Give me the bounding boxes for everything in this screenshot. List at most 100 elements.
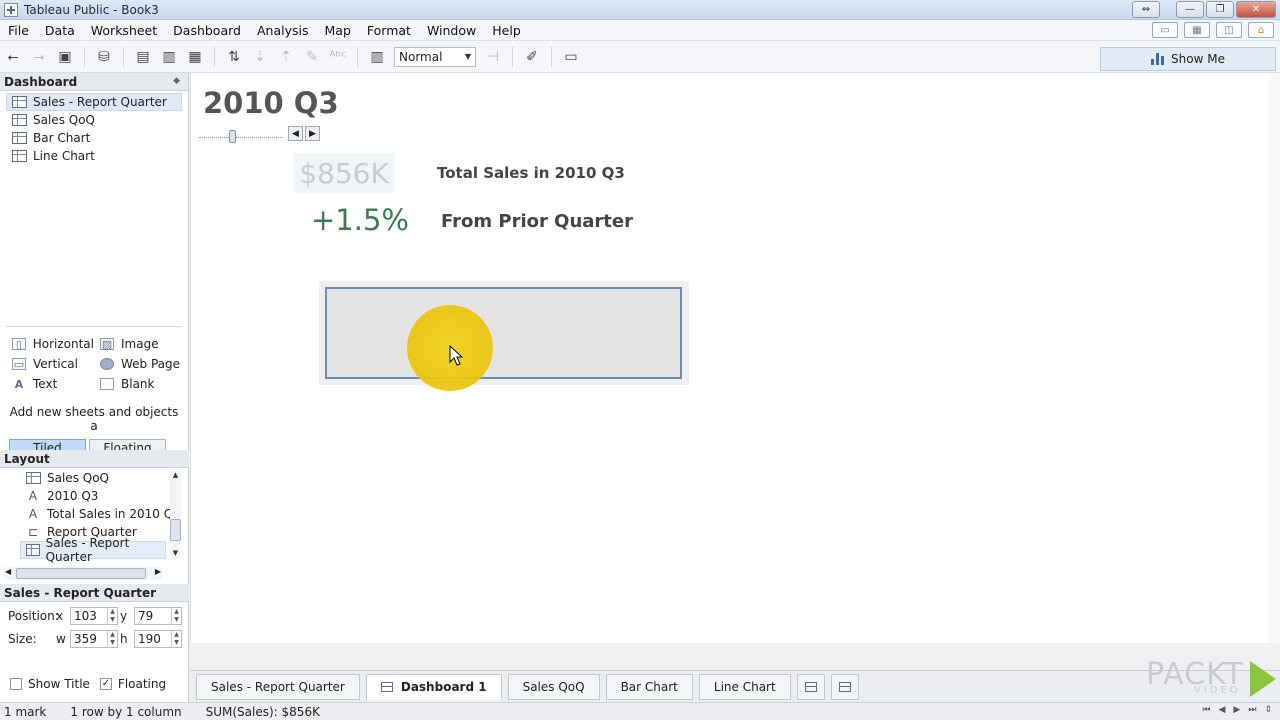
layout-item-total-sales[interactable]: A Total Sales in 2010 Q3 xyxy=(0,505,189,523)
presentation-mode-icon[interactable]: ▭ xyxy=(560,46,582,68)
properties-header: Sales - Report Quarter xyxy=(0,584,189,602)
total-sales-value[interactable]: $856K xyxy=(294,153,394,193)
scroll-down-icon[interactable]: ▼ xyxy=(170,549,181,559)
previous-quarter-button[interactable]: ◀ xyxy=(288,126,303,141)
quarter-slider[interactable] xyxy=(199,130,287,143)
dashboard-canvas[interactable]: 2010 Q3 ◀ ▶ $856K Total Sales in 2010 Q3… xyxy=(190,73,1268,643)
h-label: h xyxy=(120,631,128,646)
next-quarter-button[interactable]: ▶ xyxy=(305,126,320,141)
scroll-right-icon[interactable]: ▶ xyxy=(155,567,161,576)
forward-icon[interactable]: ⭢ xyxy=(28,46,50,68)
x-stepper[interactable]: 103 ▲ ▼ xyxy=(70,606,118,625)
chart-type-icon[interactable]: ▥ xyxy=(366,46,388,68)
new-worksheet-tab[interactable] xyxy=(796,673,825,700)
tab-sales-qoq[interactable]: Sales QoQ xyxy=(507,673,600,700)
last-sheet-icon[interactable]: ⏭ xyxy=(1248,705,1256,715)
new-dashboard-tab[interactable] xyxy=(830,673,859,700)
layout-item-sales-report-quarter[interactable]: Sales - Report Quarter xyxy=(20,536,166,564)
save-icon[interactable]: ▣ xyxy=(54,46,76,68)
vertical-container-icon: ▭ xyxy=(12,357,26,371)
menu-dashboard[interactable]: Dashboard xyxy=(165,23,249,38)
menu-analysis[interactable]: Analysis xyxy=(249,23,317,38)
home-icon[interactable]: ⌂ xyxy=(1248,22,1274,38)
data-source-icon[interactable]: ⛁ xyxy=(93,46,115,68)
floating-checkbox[interactable]: ✓ Floating xyxy=(90,677,166,691)
menu-format[interactable]: Format xyxy=(359,23,419,38)
object-blank[interactable]: Blank xyxy=(94,375,182,393)
y-stepper[interactable]: 79 ▲ ▼ xyxy=(134,606,182,625)
sort-ascending-icon[interactable]: ⇣ xyxy=(249,46,271,68)
scroll-up-icon[interactable]: ▲ xyxy=(170,471,181,481)
swap-icon[interactable]: ⇅ xyxy=(223,46,245,68)
show-title-checkbox[interactable]: Show Title xyxy=(0,677,90,691)
clear-sheet-icon[interactable]: ▦ xyxy=(184,46,206,68)
pane-menu-icon[interactable]: ◆ xyxy=(173,76,180,86)
layout-item-sales-qoq[interactable]: Sales QoQ xyxy=(0,469,189,487)
pin-axis-icon[interactable]: ⊣ xyxy=(482,46,504,68)
menu-worksheet[interactable]: Worksheet xyxy=(83,23,165,38)
height-stepper[interactable]: 190 ▲ ▼ xyxy=(134,629,182,648)
canvas-footer xyxy=(190,643,1268,670)
position-label: Position: xyxy=(8,608,59,623)
next-sheet-icon[interactable]: ▶ xyxy=(1233,705,1240,715)
menu-file[interactable]: File xyxy=(0,23,37,38)
highlight-icon[interactable]: ✎ xyxy=(301,46,323,68)
sheet-item-line-chart[interactable]: Line Chart xyxy=(0,147,188,165)
stepper-arrows-icon[interactable]: ▲ ▼ xyxy=(171,630,181,647)
close-button[interactable]: ✕ xyxy=(1236,1,1276,18)
sheet-item-sales-qoq[interactable]: Sales QoQ xyxy=(0,111,188,129)
maximize-button[interactable]: ❐ xyxy=(1206,1,1234,18)
menu-bar: File Data Worksheet Dashboard Analysis M… xyxy=(0,20,1280,41)
tab-sales-report-quarter[interactable]: Sales - Report Quarter xyxy=(196,673,360,700)
back-icon[interactable]: ⭠ xyxy=(2,46,24,68)
sheet-item-sales-report-quarter[interactable]: Sales - Report Quarter xyxy=(6,93,182,111)
minimize-button[interactable]: — xyxy=(1176,1,1204,18)
duplicate-sheet-icon[interactable]: ▥ xyxy=(158,46,180,68)
stepper-arrows-icon[interactable]: ▲ ▼ xyxy=(107,630,117,647)
object-text[interactable]: A Text xyxy=(6,375,94,393)
scroll-thumb[interactable] xyxy=(170,519,181,541)
menu-window[interactable]: Window xyxy=(419,23,484,38)
object-horizontal[interactable]: ▯ Horizontal xyxy=(6,335,94,353)
sheet-item-bar-chart[interactable]: Bar Chart xyxy=(0,129,188,147)
layout-vertical-scrollbar[interactable]: ▲ ▼ xyxy=(170,471,181,559)
scroll-thumb[interactable] xyxy=(16,568,146,579)
tab-line-chart[interactable]: Line Chart xyxy=(698,673,791,700)
object-image[interactable]: ▨ Image xyxy=(94,335,182,353)
data-source-icon[interactable]: ◫ xyxy=(1216,22,1242,38)
floating-sheet-selection[interactable] xyxy=(325,287,682,379)
label-icon[interactable]: ᴬᵇᶜ xyxy=(327,46,349,68)
menu-map[interactable]: Map xyxy=(317,23,359,38)
stepper-arrows-icon[interactable]: ▲ ▼ xyxy=(107,607,117,624)
tab-dashboard-1[interactable]: Dashboard 1 xyxy=(365,673,502,700)
sheet-sorter-icon[interactable]: ▦ xyxy=(1184,22,1210,38)
object-vertical[interactable]: ▭ Vertical xyxy=(6,355,94,373)
new-sheet-icon[interactable]: ▤ xyxy=(132,46,154,68)
show-me-button[interactable]: Show Me xyxy=(1100,47,1276,71)
menu-help[interactable]: Help xyxy=(484,23,529,38)
annotate-icon[interactable]: ✐ xyxy=(521,46,543,68)
sheet-menu-icon[interactable]: ⇕ xyxy=(1264,705,1272,715)
object-web-page[interactable]: Web Page xyxy=(94,355,182,373)
tab-bar-chart[interactable]: Bar Chart xyxy=(605,673,693,700)
slider-knob[interactable] xyxy=(229,130,236,143)
layout-item-2010-q3[interactable]: A 2010 Q3 xyxy=(0,487,189,505)
worksheet-icon xyxy=(12,150,27,162)
checkbox-unchecked-icon[interactable] xyxy=(10,678,22,690)
menu-data[interactable]: Data xyxy=(37,23,83,38)
presentation-icon[interactable]: ▭ xyxy=(1152,22,1178,38)
previous-sheet-icon[interactable]: ◀ xyxy=(1219,705,1226,715)
sort-descending-icon[interactable]: ⇡ xyxy=(275,46,297,68)
tab-label: Line Chart xyxy=(713,679,776,694)
stepper-arrows-icon[interactable]: ▲ ▼ xyxy=(171,607,181,624)
scroll-left-icon[interactable]: ◀ xyxy=(5,567,11,576)
growth-percent-value[interactable]: +1.5% xyxy=(311,203,409,237)
width-stepper[interactable]: 359 ▲ ▼ xyxy=(70,629,118,648)
slider-track[interactable] xyxy=(199,137,283,138)
checkbox-checked-icon[interactable]: ✓ xyxy=(99,678,112,690)
restore-layout-button[interactable]: ⇔ xyxy=(1132,1,1160,18)
layout-horizontal-scrollbar[interactable]: ◀ ▶ xyxy=(4,567,162,580)
first-sheet-icon[interactable]: ⏮ xyxy=(1202,705,1210,715)
canvas-scrollbar[interactable] xyxy=(1268,73,1280,643)
fit-select[interactable]: Normal ▼ xyxy=(394,46,476,67)
